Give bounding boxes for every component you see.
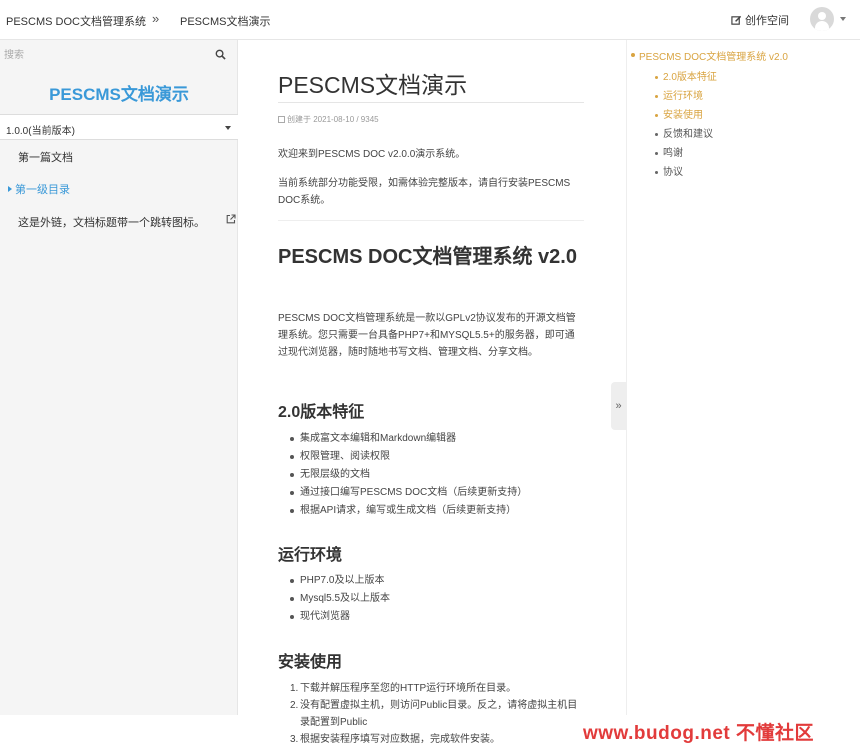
calendar-icon — [278, 116, 285, 123]
list-item: Mysql5.5及以上版本 — [290, 590, 584, 608]
description-paragraph: PESCMS DOC文档管理系统是一款以GPLv2协议发布的开源文档管理系统。您… — [278, 313, 576, 358]
search-input[interactable] — [2, 44, 202, 66]
chevron-down-icon — [225, 126, 231, 130]
search-icon[interactable] — [215, 49, 226, 60]
table-of-contents: PESCMS DOC文档管理系统 v2.0 2.0版本特征 运行环境 安装使用 … — [626, 40, 860, 715]
divider — [278, 102, 584, 103]
sidebar-item-external-link[interactable]: 这是外链，文档标题带一个跳转图标。 — [18, 214, 205, 230]
features-list: 集成富文本编辑和Markdown编辑器 权限管理、阅读权限 无限层级的文档 通过… — [290, 430, 584, 520]
sidebar-logo-title[interactable]: PESCMS文档演示 — [0, 80, 238, 105]
top-bar: PESCMS DOC文档管理系统 » PESCMS文档演示 创作空间 — [0, 0, 860, 40]
external-link-icon — [226, 214, 236, 224]
list-item: 3. 根据安装程序填写对应数据，完成软件安装。 — [290, 734, 500, 745]
avatar-icon[interactable] — [810, 7, 834, 31]
edit-icon — [731, 15, 742, 25]
list-item: 2. 没有配置虚拟主机，则访问Public目录。反之，请将虚拟主机目录配置到Pub… — [290, 700, 578, 728]
toc-item-env[interactable]: 运行环境 — [655, 87, 717, 106]
chevron-down-icon[interactable] — [840, 17, 846, 21]
page-title: PESCMS文档演示 — [278, 72, 468, 98]
divider — [278, 220, 584, 221]
list-item: 权限管理、阅读权限 — [290, 448, 584, 466]
breadcrumb-root[interactable]: PESCMS DOC文档管理系统 — [6, 13, 146, 29]
article-meta: 创建于 2021-08-10 / 9345 — [278, 114, 379, 125]
list-item: 通过接口编写PESCMS DOC文档（后续更新支持） — [290, 484, 584, 502]
env-list: PHP7.0及以上版本 Mysql5.5及以上版本 现代浏览器 — [290, 572, 584, 626]
breadcrumb-separator: » — [152, 11, 160, 26]
sidebar-item-first-doc[interactable]: 第一篇文档 — [18, 149, 73, 165]
search-box — [0, 44, 238, 66]
section-heading-features: 2.0版本特征 — [278, 404, 365, 421]
intro-paragraph: 欢迎来到PESCMS DOC v2.0.0演示系统。 — [278, 149, 466, 160]
toc-toggle-button[interactable]: » — [611, 382, 626, 430]
version-select[interactable]: 1.0.0(当前版本) — [0, 114, 238, 140]
section-heading-install: 安装使用 — [278, 654, 343, 671]
section-heading-main: PESCMS DOC文档管理系统 v2.0 — [278, 246, 577, 268]
toc-item-features[interactable]: 2.0版本特征 — [655, 68, 717, 87]
list-item: 1. 下载并解压程序至您的HTTP运行环境所在目录。 — [290, 683, 517, 694]
article-meta-text: 创建于 2021-08-10 / 9345 — [287, 115, 379, 124]
sidebar-item-label: 第一级目录 — [15, 184, 70, 196]
list-item: 现代浏览器 — [290, 608, 584, 626]
version-label: 1.0.0(当前版本) — [6, 126, 75, 137]
main-content: PESCMS文档演示 创建于 2021-08-10 / 9345 欢迎来到PES… — [238, 40, 626, 752]
creator-space-label: 创作空间 — [745, 15, 789, 27]
intro-paragraph-2: 当前系统部分功能受限，如需体验完整版本，请自行安装PESCMS DOC系统。 — [278, 178, 571, 206]
toc-item-root[interactable]: PESCMS DOC文档管理系统 v2.0 — [631, 48, 788, 63]
list-item: 无限层级的文档 — [290, 466, 584, 484]
creator-space-link[interactable]: 创作空间 — [731, 12, 789, 28]
list-item: 根据API请求，编写或生成文档（后续更新支持） — [290, 502, 584, 520]
toc-item-license[interactable]: 协议 — [655, 163, 717, 182]
toc-item-thanks[interactable]: 鸣谢 — [655, 144, 717, 163]
sidebar: PESCMS文档演示 1.0.0(当前版本) 第一篇文档 第一级目录 这是外链，… — [0, 40, 238, 715]
list-item: PHP7.0及以上版本 — [290, 572, 584, 590]
caret-right-icon — [8, 186, 12, 192]
watermark: www.budog.net 不懂社区 — [583, 723, 814, 744]
toc-item-feedback[interactable]: 反馈和建议 — [655, 125, 717, 144]
breadcrumb-current[interactable]: PESCMS文档演示 — [180, 13, 270, 29]
install-list: 1. 下载并解压程序至您的HTTP运行环境所在目录。 2. 没有配置虚拟主机，则访问… — [290, 680, 584, 748]
toc-list: 2.0版本特征 运行环境 安装使用 反馈和建议 鸣谢 协议 — [655, 68, 717, 182]
section-heading-env: 运行环境 — [278, 547, 343, 564]
list-item: 集成富文本编辑和Markdown编辑器 — [290, 430, 584, 448]
sidebar-item-first-dir[interactable]: 第一级目录 — [8, 181, 70, 197]
toc-item-install[interactable]: 安装使用 — [655, 106, 717, 125]
